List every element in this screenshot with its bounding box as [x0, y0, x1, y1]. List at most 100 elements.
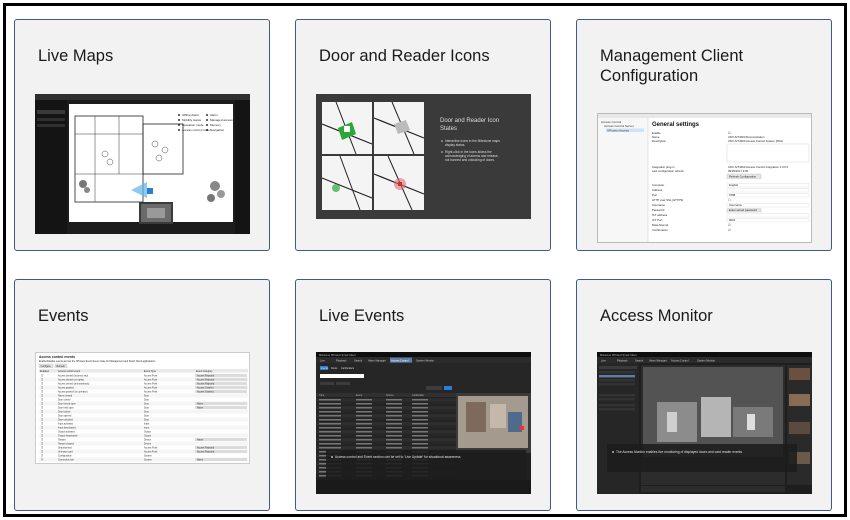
table-cell: Door: [144, 399, 149, 402]
table-cell: [356, 447, 372, 449]
enabled-checkbox[interactable]: ☑: [41, 387, 43, 390]
svg-text:Event Type: Event Type: [144, 370, 157, 373]
svg-text:System Monitor: System Monitor: [697, 358, 715, 362]
enabled-checkbox[interactable]: ☑: [41, 379, 43, 382]
table-cell: Alarm: [197, 439, 203, 442]
table-cell: Tamper cleared: [58, 443, 75, 446]
svg-text:9788: 9788: [729, 193, 736, 197]
enabled-checkbox[interactable]: ☑: [41, 399, 43, 402]
table-cell: [356, 415, 372, 417]
svg-text:Mobility status: Mobility status: [182, 118, 202, 122]
svg-text:Time: Time: [319, 394, 325, 397]
table-cell: Output: [144, 431, 151, 434]
svg-text:Search: Search: [354, 358, 363, 362]
table-cell: System: [144, 459, 152, 462]
table-cell: [386, 403, 402, 405]
table-cell: [319, 411, 341, 413]
table-cell: [319, 443, 341, 445]
table-cell: Device: [144, 444, 152, 446]
svg-text:Search: Search: [635, 358, 644, 362]
table-cell: [412, 419, 428, 421]
panel-heading: Door and Reader Icon: [440, 118, 499, 124]
table-cell: Input activated: [58, 423, 74, 426]
table-cell: Access Rejected: [197, 383, 215, 386]
svg-text:Live: Live: [601, 358, 606, 362]
svg-text:Milestone XProtect Smart Clien: Milestone XProtect Smart Client: [319, 353, 356, 357]
table-cell: Access Point: [144, 447, 158, 450]
card-title: Door and Reader Icons: [319, 47, 490, 65]
table-cell: Access Point: [144, 375, 158, 378]
table-cell: Output activated: [58, 431, 75, 434]
table-cell: Unknown card: [58, 451, 73, 454]
table-cell: [412, 415, 428, 417]
card-management-client[interactable]: Management Client Configuration Access C…: [576, 19, 832, 251]
enabled-checkbox[interactable]: ☑: [41, 431, 43, 434]
table-cell: Access Rejected: [197, 379, 215, 382]
svg-text:Event: Event: [356, 394, 362, 397]
svg-text:Playback: Playback: [617, 358, 628, 362]
table-cell: [386, 435, 402, 437]
card-events[interactable]: Events Access control events Enable/Disa…: [14, 279, 270, 511]
svg-text:System Monitor: System Monitor: [416, 358, 434, 362]
live-events-caption: Access control and Event section can be …: [335, 455, 461, 459]
svg-text:Password: Password: [652, 208, 665, 212]
svg-text:States: States: [440, 126, 457, 132]
table-cell: [319, 399, 341, 401]
card-door-reader-icons[interactable]: Door and Reader Icons Door and Reader Ic…: [295, 19, 551, 251]
table-cell: Door unlocked: [58, 419, 74, 422]
table-cell: Tamper: [58, 439, 66, 442]
enabled-checkbox[interactable]: ☑: [41, 435, 43, 438]
enabled-checkbox[interactable]: ☑: [41, 443, 43, 446]
svg-text:Alarm Manager: Alarm Manager: [649, 358, 667, 362]
management-client-screenshot: Access Control Access Control Server XPr…: [597, 113, 812, 243]
enabled-checkbox[interactable]: ☑: [41, 439, 43, 442]
access-monitor-caption: The Access Monitor enables live monitori…: [616, 450, 742, 454]
table-cell: Access denied (no rights): [58, 379, 84, 382]
table-cell: [319, 431, 341, 433]
enabled-checkbox[interactable]: ☑: [41, 407, 43, 410]
card-title: Live Events: [319, 307, 405, 325]
table-cell: [319, 403, 341, 405]
enabled-checkbox[interactable]: ☑: [41, 391, 43, 394]
enabled-checkbox[interactable]: ☑: [41, 427, 43, 430]
enabled-checkbox[interactable]: ☑: [41, 423, 43, 426]
enabled-checkbox[interactable]: ☑: [41, 419, 43, 422]
card-live-events[interactable]: Live Events Milestone XProtect Smart Cli…: [295, 279, 551, 511]
enabled-checkbox[interactable]: ☑: [41, 451, 43, 454]
svg-text:Refresh: Refresh: [57, 365, 66, 368]
card-live-maps[interactable]: Live Maps Offline Alarm Mobility status …: [14, 19, 270, 251]
svg-text:ICT address: ICT address: [652, 213, 668, 217]
enabled-checkbox[interactable]: ☑: [41, 403, 43, 406]
table-cell: Input: [144, 423, 149, 426]
enabled-checkbox[interactable]: ☑: [41, 459, 43, 462]
table-cell: [356, 423, 372, 425]
table-cell: [412, 423, 428, 425]
enabled-checkbox[interactable]: ☑: [41, 455, 43, 458]
table-cell: [386, 427, 402, 429]
table-cell: Alarm: [197, 459, 203, 462]
enabled-checkbox[interactable]: ☑: [41, 411, 43, 414]
enabled-checkbox[interactable]: ☑: [41, 447, 43, 450]
svg-text:09/09/2017 9:00: 09/09/2017 9:00: [728, 169, 749, 173]
card-title: Access Monitor: [600, 307, 713, 325]
svg-text:Enabled: Enabled: [40, 370, 49, 373]
enabled-checkbox[interactable]: ☑: [41, 383, 43, 386]
card-access-monitor[interactable]: Access Monitor Milestone XProtect Smart …: [576, 279, 832, 511]
svg-text:Access Control Server: Access Control Server: [604, 124, 634, 128]
table-cell: [412, 411, 428, 413]
svg-text:Port: Port: [652, 193, 657, 197]
table-cell: [356, 443, 372, 445]
table-cell: Output: [144, 435, 151, 438]
enabled-checkbox[interactable]: ☑: [41, 375, 43, 378]
table-cell: Alarm cleared: [58, 395, 73, 398]
enabled-checkbox[interactable]: ☑: [41, 395, 43, 398]
table-cell: [412, 431, 428, 433]
table-cell: [386, 411, 402, 413]
table-cell: [356, 431, 372, 433]
table-cell: [319, 427, 341, 429]
svg-text:Enter stored password: Enter stored password: [729, 208, 757, 212]
table-cell: [356, 407, 372, 409]
svg-text:Playback: Playback: [336, 358, 347, 362]
events-screenshot: Access control events Enable/Disable eve…: [35, 352, 250, 464]
enabled-checkbox[interactable]: ☑: [41, 415, 43, 418]
